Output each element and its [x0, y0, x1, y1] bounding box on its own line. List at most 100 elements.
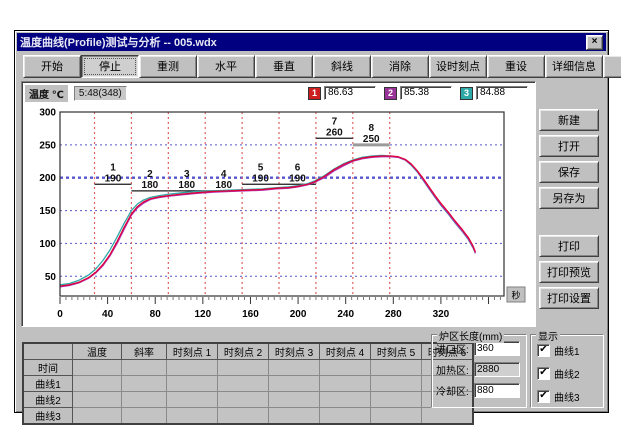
table-cell: [371, 376, 422, 392]
curve3-checkbox[interactable]: ✔: [537, 390, 550, 403]
zone-setpoint-label: 180: [142, 180, 159, 191]
close-icon[interactable]: ×: [586, 35, 603, 50]
print-setup-button[interactable]: 打印设置: [539, 287, 599, 309]
chart-panel: 温度 ℃ 5:48(348) 1 86.63 2 85.38 3 84.88: [21, 81, 536, 327]
vertical-line-button[interactable]: 垂直: [255, 55, 313, 78]
erase-button[interactable]: 消除: [371, 55, 429, 78]
table-header-cell: [23, 343, 73, 360]
details-button[interactable]: 详细信息: [545, 55, 603, 78]
x-tick-label: 200: [290, 309, 307, 320]
reset-button[interactable]: 重设: [487, 55, 545, 78]
table-cell: [73, 392, 122, 408]
zone-number-label: 5: [258, 162, 264, 173]
zone-number-label: 4: [221, 169, 227, 180]
table-cell: [371, 392, 422, 408]
table-header-cell: 时刻点 1: [167, 343, 218, 360]
table-cell: [422, 408, 474, 425]
table-cell: [167, 360, 218, 376]
desktop: 温度曲线(Profile)测试与分析 -- 005.wdx × 开始 停止 重测…: [0, 0, 621, 438]
table-header-cell: 时刻点 5: [371, 343, 422, 360]
zone-number-label: 6: [295, 162, 301, 173]
table-row: 曲线3: [23, 408, 473, 425]
x-tick-label: 120: [194, 309, 211, 320]
zone-number-label: 7: [332, 116, 338, 127]
channel-1-value: 86.63: [324, 86, 376, 100]
curve1-check-row: ✔ 曲线1: [537, 343, 599, 358]
inlet-zone-row: 进口区:: [436, 341, 522, 356]
zone-setpoint-label: 190: [105, 173, 122, 184]
table-row: 曲线1: [23, 376, 473, 392]
display-groupbox: 显示 ✔ 曲线1 ✔ 曲线2 ✔ 曲线3: [530, 334, 604, 408]
table-cell: [167, 408, 218, 425]
channel-1-readout: 1 86.63: [308, 86, 376, 100]
heating-zone-row: 加热区:: [436, 362, 522, 377]
print-preview-button[interactable]: 打印预览: [539, 261, 599, 283]
table-cell: [167, 376, 218, 392]
set-timepoint-button[interactable]: 设时刻点: [429, 55, 487, 78]
curve3-check-label: 曲线3: [554, 389, 580, 404]
table-cell: [269, 376, 320, 392]
zone-setpoint-label: 180: [178, 180, 195, 191]
profile-chart[interactable]: 3002502001501005004080120160200240280320…: [24, 102, 531, 329]
table-row-header: 时间: [23, 360, 73, 376]
curve2-checkbox[interactable]: ✔: [537, 367, 550, 380]
cooling-zone-label: 冷却区:: [436, 383, 472, 398]
display-title: 显示: [536, 328, 560, 343]
curve1-checkbox[interactable]: ✔: [537, 344, 550, 357]
zone-number-label: 3: [184, 169, 190, 180]
new-button[interactable]: 新建: [539, 109, 599, 131]
table-row: 曲线2: [23, 392, 473, 408]
table-cell: [167, 392, 218, 408]
channel-2-value: 85.38: [400, 86, 452, 100]
horizontal-line-button[interactable]: 水平: [197, 55, 255, 78]
table-cell: [269, 408, 320, 425]
y-tick-label: 200: [39, 173, 56, 184]
channel-3-value: 84.88: [476, 86, 528, 100]
save-as-button[interactable]: 另存为: [539, 187, 599, 209]
heating-zone-label: 加热区:: [436, 362, 472, 377]
toolbar: 开始 停止 重测 水平 垂直 斜线 消除 设时刻点 重设 详细信息 刷新 关闭: [17, 52, 606, 80]
table-cell: [371, 360, 422, 376]
zone-number-label: 1: [110, 162, 116, 173]
channel-2-color-icon: 2: [384, 87, 397, 100]
zone-setpoint-label: 260: [326, 127, 343, 138]
table-cell: [320, 376, 371, 392]
title-bar[interactable]: 温度曲线(Profile)测试与分析 -- 005.wdx ×: [17, 33, 606, 51]
table-cell: [269, 392, 320, 408]
x-tick-label: 160: [242, 309, 259, 320]
refresh-button[interactable]: 刷新: [603, 55, 621, 78]
table-row-header: 曲线2: [23, 392, 73, 408]
x-tick-label: 240: [337, 309, 354, 320]
slash-line-button[interactable]: 斜线: [313, 55, 371, 78]
table-row: 时间: [23, 360, 473, 376]
table-cell: [320, 360, 371, 376]
stop-button[interactable]: 停止: [81, 55, 139, 78]
furnace-zone-title: 炉区长度(mm): [437, 328, 504, 343]
table-cell: [218, 376, 269, 392]
zone-setpoint-label: 250: [363, 134, 380, 145]
curve1-check-label: 曲线1: [554, 343, 580, 358]
x-tick-label: 280: [385, 309, 402, 320]
window-title: 温度曲线(Profile)测试与分析 -- 005.wdx: [20, 34, 586, 50]
x-tick-label: 0: [57, 309, 63, 320]
table-cell: [73, 376, 122, 392]
cooling-zone-field[interactable]: [474, 383, 520, 398]
open-button[interactable]: 打开: [539, 135, 599, 157]
print-button[interactable]: 打印: [539, 235, 599, 257]
heating-zone-field[interactable]: [474, 362, 520, 377]
chart-header: 温度 ℃ 5:48(348) 1 86.63 2 85.38 3 84.88: [25, 85, 532, 101]
save-button[interactable]: 保存: [539, 161, 599, 183]
table-cell: [73, 408, 122, 425]
table-cell: [122, 392, 167, 408]
table-cell: [218, 392, 269, 408]
table-header-cell: 斜率: [122, 343, 167, 360]
curve3-check-row: ✔ 曲线3: [537, 389, 599, 404]
zone-number-label: 2: [147, 169, 153, 180]
y-tick-label: 250: [39, 140, 56, 151]
inlet-zone-field[interactable]: [474, 341, 520, 356]
start-button[interactable]: 开始: [23, 55, 81, 78]
x-tick-label: 80: [150, 309, 162, 320]
retest-button[interactable]: 重测: [139, 55, 197, 78]
table-cell: [269, 360, 320, 376]
zone-setpoint-label: 190: [289, 173, 306, 184]
